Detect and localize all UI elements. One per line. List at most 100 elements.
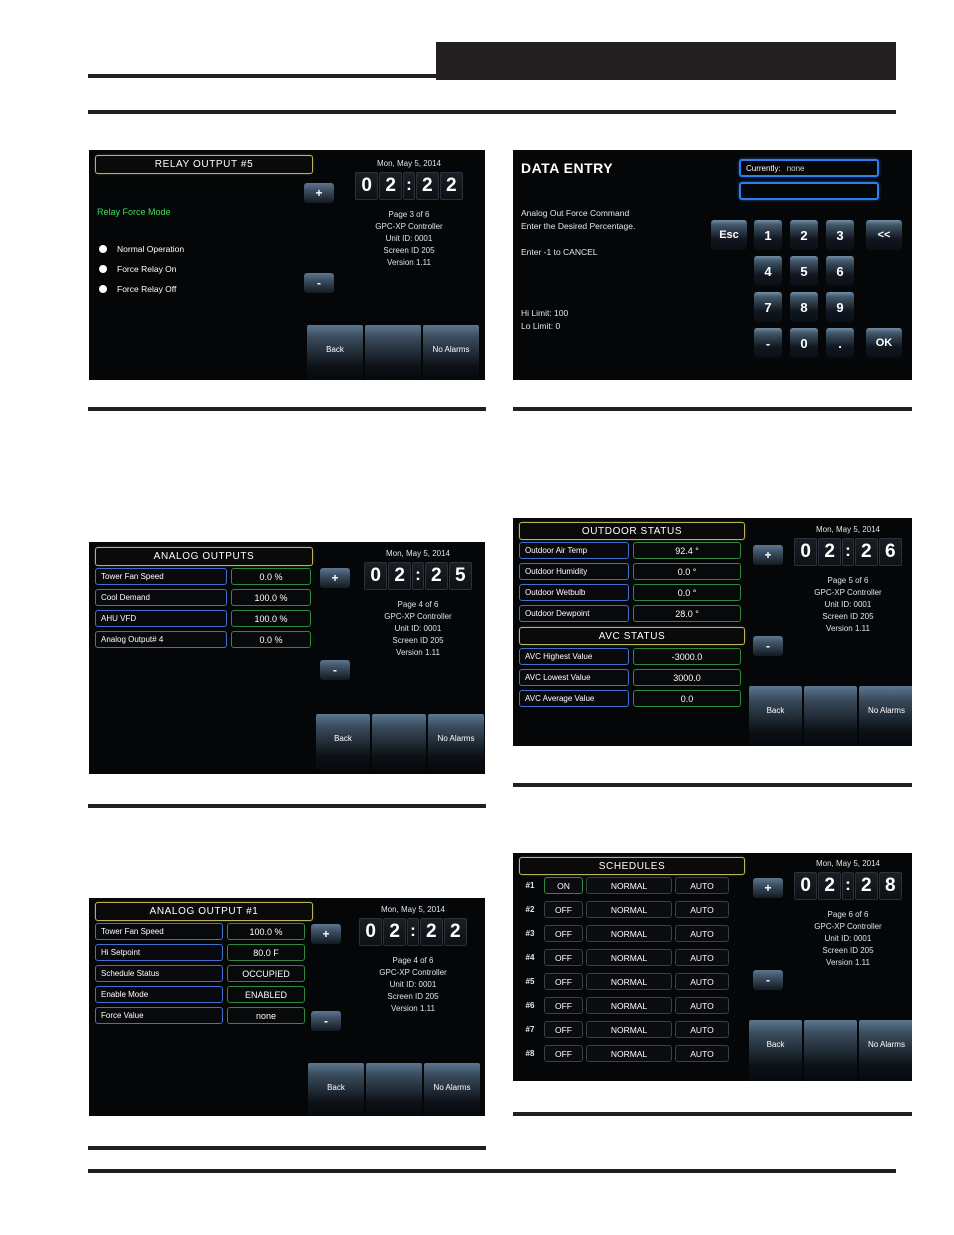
schedule-state[interactable]: ON — [544, 877, 583, 894]
table-row[interactable]: Outdoor Dewpoint 28.0 ° — [519, 605, 741, 622]
key-8[interactable]: 8 — [790, 292, 818, 322]
table-row[interactable]: AHU VFD 100.0 % — [95, 610, 311, 627]
table-row[interactable]: Schedule Status OCCUPIED — [95, 965, 305, 982]
schedule-row[interactable]: #5 OFF NORMAL AUTO — [519, 973, 729, 990]
increment-button[interactable]: + — [753, 545, 783, 565]
back-button[interactable]: Back — [308, 1063, 364, 1116]
row-value: -3000.0 — [633, 648, 741, 665]
back-button[interactable]: Back — [316, 714, 370, 770]
key-5[interactable]: 5 — [790, 256, 818, 286]
schedule-auto[interactable]: AUTO — [675, 949, 729, 966]
radio-force-relay-on[interactable]: Force Relay On — [99, 264, 177, 274]
softkey-middle[interactable] — [372, 714, 426, 770]
table-row[interactable]: AVC Highest Value -3000.0 — [519, 648, 741, 665]
schedule-auto[interactable]: AUTO — [675, 1045, 729, 1062]
schedule-row[interactable]: #2 OFF NORMAL AUTO — [519, 901, 729, 918]
schedule-mode[interactable]: NORMAL — [586, 901, 672, 918]
page-indicator: Page 4 of 6 — [392, 955, 434, 965]
schedule-auto[interactable]: AUTO — [675, 925, 729, 942]
schedule-state[interactable]: OFF — [544, 1021, 583, 1038]
table-row[interactable]: Outdoor Wetbulb 0.0 ° — [519, 584, 741, 601]
softkey-middle[interactable] — [366, 1063, 422, 1116]
table-row[interactable]: Tower Fan Speed 100.0 % — [95, 923, 305, 940]
no-alarms-button[interactable]: No Alarms — [859, 686, 912, 746]
schedule-mode[interactable]: NORMAL — [586, 1045, 672, 1062]
table-row[interactable]: Outdoor Humidity 0.0 ° — [519, 563, 741, 580]
back-button[interactable]: Back — [307, 325, 363, 380]
schedule-auto[interactable]: AUTO — [675, 973, 729, 990]
table-row[interactable]: Tower Fan Speed 0.0 % — [95, 568, 311, 585]
schedule-row[interactable]: #4 OFF NORMAL AUTO — [519, 949, 729, 966]
schedule-row[interactable]: #3 OFF NORMAL AUTO — [519, 925, 729, 942]
no-alarms-button[interactable]: No Alarms — [424, 1063, 480, 1116]
schedule-state[interactable]: OFF — [544, 973, 583, 990]
no-alarms-button[interactable]: No Alarms — [428, 714, 484, 770]
table-row[interactable]: AVC Average Value 0.0 — [519, 690, 741, 707]
schedule-state[interactable]: OFF — [544, 997, 583, 1014]
decrement-button[interactable]: - — [753, 970, 783, 990]
increment-button[interactable]: + — [753, 878, 783, 898]
key-1[interactable]: 1 — [754, 220, 782, 250]
key-2[interactable]: 2 — [790, 220, 818, 250]
key-backspace[interactable]: << — [866, 220, 902, 250]
table-row[interactable]: Hi Setpoint 80.0 F — [95, 944, 305, 961]
schedule-state[interactable]: OFF — [544, 925, 583, 942]
increment-button[interactable]: + — [320, 568, 350, 588]
schedule-state[interactable]: OFF — [544, 949, 583, 966]
table-row[interactable]: Cool Demand 100.0 % — [95, 589, 311, 606]
schedule-mode[interactable]: NORMAL — [586, 877, 672, 894]
schedule-mode[interactable]: NORMAL — [586, 997, 672, 1014]
schedule-row[interactable]: #1 ON NORMAL AUTO — [519, 877, 729, 894]
increment-button[interactable]: + — [311, 924, 341, 944]
schedule-auto[interactable]: AUTO — [675, 1021, 729, 1038]
table-row[interactable]: Enable Mode ENABLED — [95, 986, 305, 1003]
schedule-mode[interactable]: NORMAL — [586, 973, 672, 990]
table-row[interactable]: Analog Output# 4 0.0 % — [95, 631, 311, 648]
schedule-state[interactable]: OFF — [544, 901, 583, 918]
minus-icon: - — [324, 1014, 328, 1028]
key-minus[interactable]: - — [754, 328, 782, 358]
softkey-middle[interactable] — [804, 686, 857, 746]
key-7[interactable]: 7 — [754, 292, 782, 322]
table-row[interactable]: Force Value none — [95, 1007, 305, 1024]
softkey-label: No Alarms — [868, 706, 905, 715]
schedule-row[interactable]: #6 OFF NORMAL AUTO — [519, 997, 729, 1014]
softkey-middle[interactable] — [804, 1020, 857, 1081]
schedule-auto[interactable]: AUTO — [675, 901, 729, 918]
key-4[interactable]: 4 — [754, 256, 782, 286]
schedule-mode[interactable]: NORMAL — [586, 1021, 672, 1038]
key-9[interactable]: 9 — [826, 292, 854, 322]
back-button[interactable]: Back — [749, 1020, 802, 1081]
decrement-button[interactable]: - — [320, 660, 350, 680]
key-0[interactable]: 0 — [790, 328, 818, 358]
schedule-row[interactable]: #8 OFF NORMAL AUTO — [519, 1045, 729, 1062]
schedule-mode[interactable]: NORMAL — [586, 925, 672, 942]
table-row[interactable]: AVC Lowest Value 3000.0 — [519, 669, 741, 686]
key-3[interactable]: 3 — [826, 220, 854, 250]
schedule-state[interactable]: OFF — [544, 1045, 583, 1062]
decrement-button[interactable]: - — [753, 636, 783, 656]
value-input[interactable] — [739, 182, 879, 200]
key-ok[interactable]: OK — [866, 328, 902, 358]
row-label: Tower Fan Speed — [95, 923, 223, 940]
panel-analog-output-1: ANALOG OUTPUT #1 Tower Fan Speed 100.0 %… — [89, 898, 485, 1116]
back-button[interactable]: Back — [749, 686, 802, 746]
schedule-row[interactable]: #7 OFF NORMAL AUTO — [519, 1021, 729, 1038]
key-6[interactable]: 6 — [826, 256, 854, 286]
schedule-auto[interactable]: AUTO — [675, 877, 729, 894]
key-dot[interactable]: . — [826, 328, 854, 358]
radio-force-relay-off[interactable]: Force Relay Off — [99, 284, 176, 294]
schedule-mode[interactable]: NORMAL — [586, 949, 672, 966]
key-esc[interactable]: Esc — [711, 220, 747, 250]
no-alarms-button[interactable]: No Alarms — [859, 1020, 912, 1081]
row-value: none — [227, 1007, 305, 1024]
clock-hour-ones: 2 — [388, 561, 412, 590]
schedule-auto[interactable]: AUTO — [675, 997, 729, 1014]
table-row[interactable]: Outdoor Air Temp 92.4 ° — [519, 542, 741, 559]
softkey-middle[interactable] — [365, 325, 421, 380]
decrement-button[interactable]: - — [304, 273, 334, 293]
no-alarms-button[interactable]: No Alarms — [423, 325, 479, 380]
increment-button[interactable]: + — [304, 183, 334, 203]
decrement-button[interactable]: - — [311, 1011, 341, 1031]
radio-normal-operation[interactable]: Normal Operation — [99, 244, 184, 254]
